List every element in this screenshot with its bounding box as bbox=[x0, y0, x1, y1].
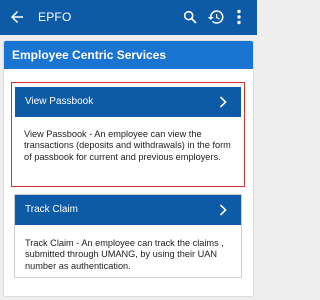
chevron-right-icon bbox=[219, 96, 227, 108]
track-claim-header[interactable]: Track Claim bbox=[15, 195, 241, 225]
history-icon[interactable] bbox=[207, 8, 225, 26]
app-title: EPFO bbox=[38, 10, 72, 24]
view-passbook-header[interactable]: View Passbook bbox=[15, 87, 241, 117]
more-vert-icon[interactable] bbox=[235, 9, 243, 25]
chevron-right-icon bbox=[219, 204, 227, 216]
app-bar: EPFO bbox=[0, 0, 257, 35]
back-arrow-icon[interactable] bbox=[8, 8, 26, 26]
panel-header: Employee Centric Services bbox=[4, 41, 253, 69]
track-claim-label: Track Claim bbox=[25, 204, 78, 215]
search-icon[interactable] bbox=[182, 9, 198, 25]
track-claim-card[interactable]: Track Claim Track Claim - An employee ca… bbox=[14, 194, 242, 278]
view-passbook-label: View Passbook bbox=[25, 96, 94, 107]
view-passbook-description: View Passbook - An employee can view the… bbox=[24, 129, 231, 162]
panel-title: Employee Centric Services bbox=[12, 48, 167, 62]
track-claim-description: Track Claim - An employee can track the … bbox=[25, 238, 224, 271]
view-passbook-card[interactable]: View Passbook View Passbook - An employe… bbox=[11, 82, 245, 187]
